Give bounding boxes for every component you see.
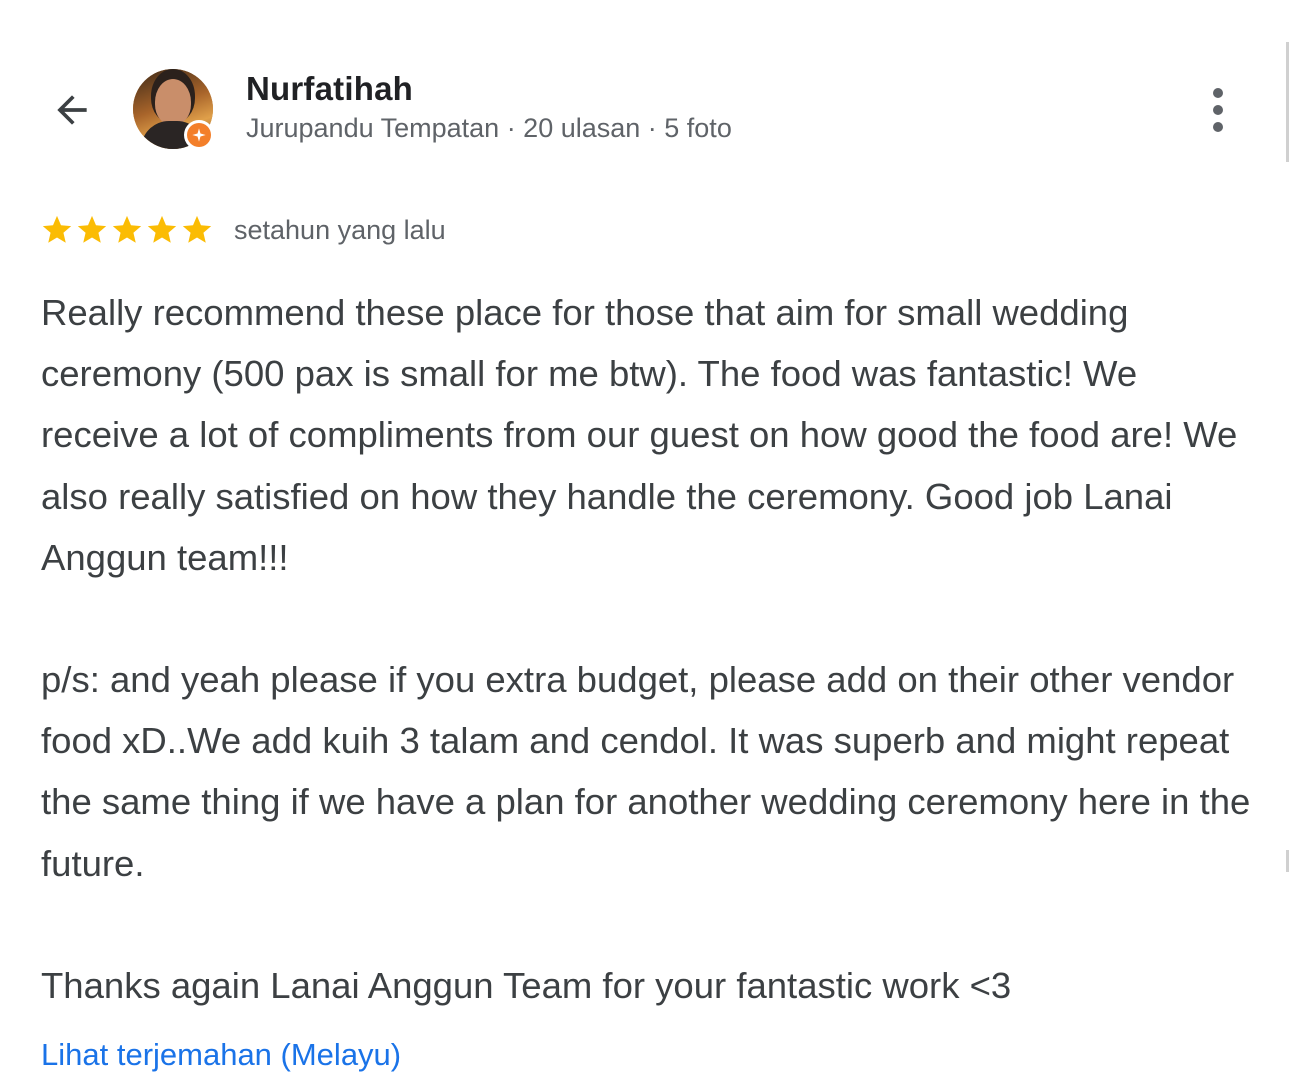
review-paragraph: Really recommend these place for those t… [41, 292, 1238, 578]
more-options-button[interactable] [1195, 82, 1241, 138]
star-icon [147, 215, 177, 243]
review-date: setahun yang lalu [234, 214, 446, 245]
arrow-left-icon [57, 95, 87, 125]
edge-divider [1286, 42, 1289, 162]
reviewer-meta: Jurupandu Tempatan · 20 ulasan · 5 foto [246, 113, 732, 143]
edge-divider [1286, 850, 1289, 872]
local-guide-badge [184, 120, 214, 150]
avatar[interactable] [133, 69, 214, 150]
star-icon [77, 215, 107, 243]
rating-row: setahun yang lalu [40, 208, 446, 252]
back-button[interactable] [42, 82, 102, 138]
review-header: Nurfatihah Jurupandu Tempatan · 20 ulasa… [0, 60, 1290, 160]
star-icon [182, 215, 212, 243]
star-rating [40, 213, 214, 247]
review-paragraph: Thanks again Lanai Anggun Team for your … [41, 964, 1012, 1006]
more-vert-icon [1213, 88, 1223, 98]
star-icon [112, 215, 142, 243]
review-body: Really recommend these place for those t… [41, 282, 1256, 1016]
star-icon [42, 215, 72, 243]
see-translation-link[interactable]: Lihat terjemahan (Melayu) [41, 1037, 401, 1073]
review-paragraph: p/s: and yeah please if you extra budget… [41, 659, 1251, 884]
local-guide-star-icon [192, 128, 206, 142]
reviewer-name[interactable]: Nurfatihah [246, 70, 413, 108]
